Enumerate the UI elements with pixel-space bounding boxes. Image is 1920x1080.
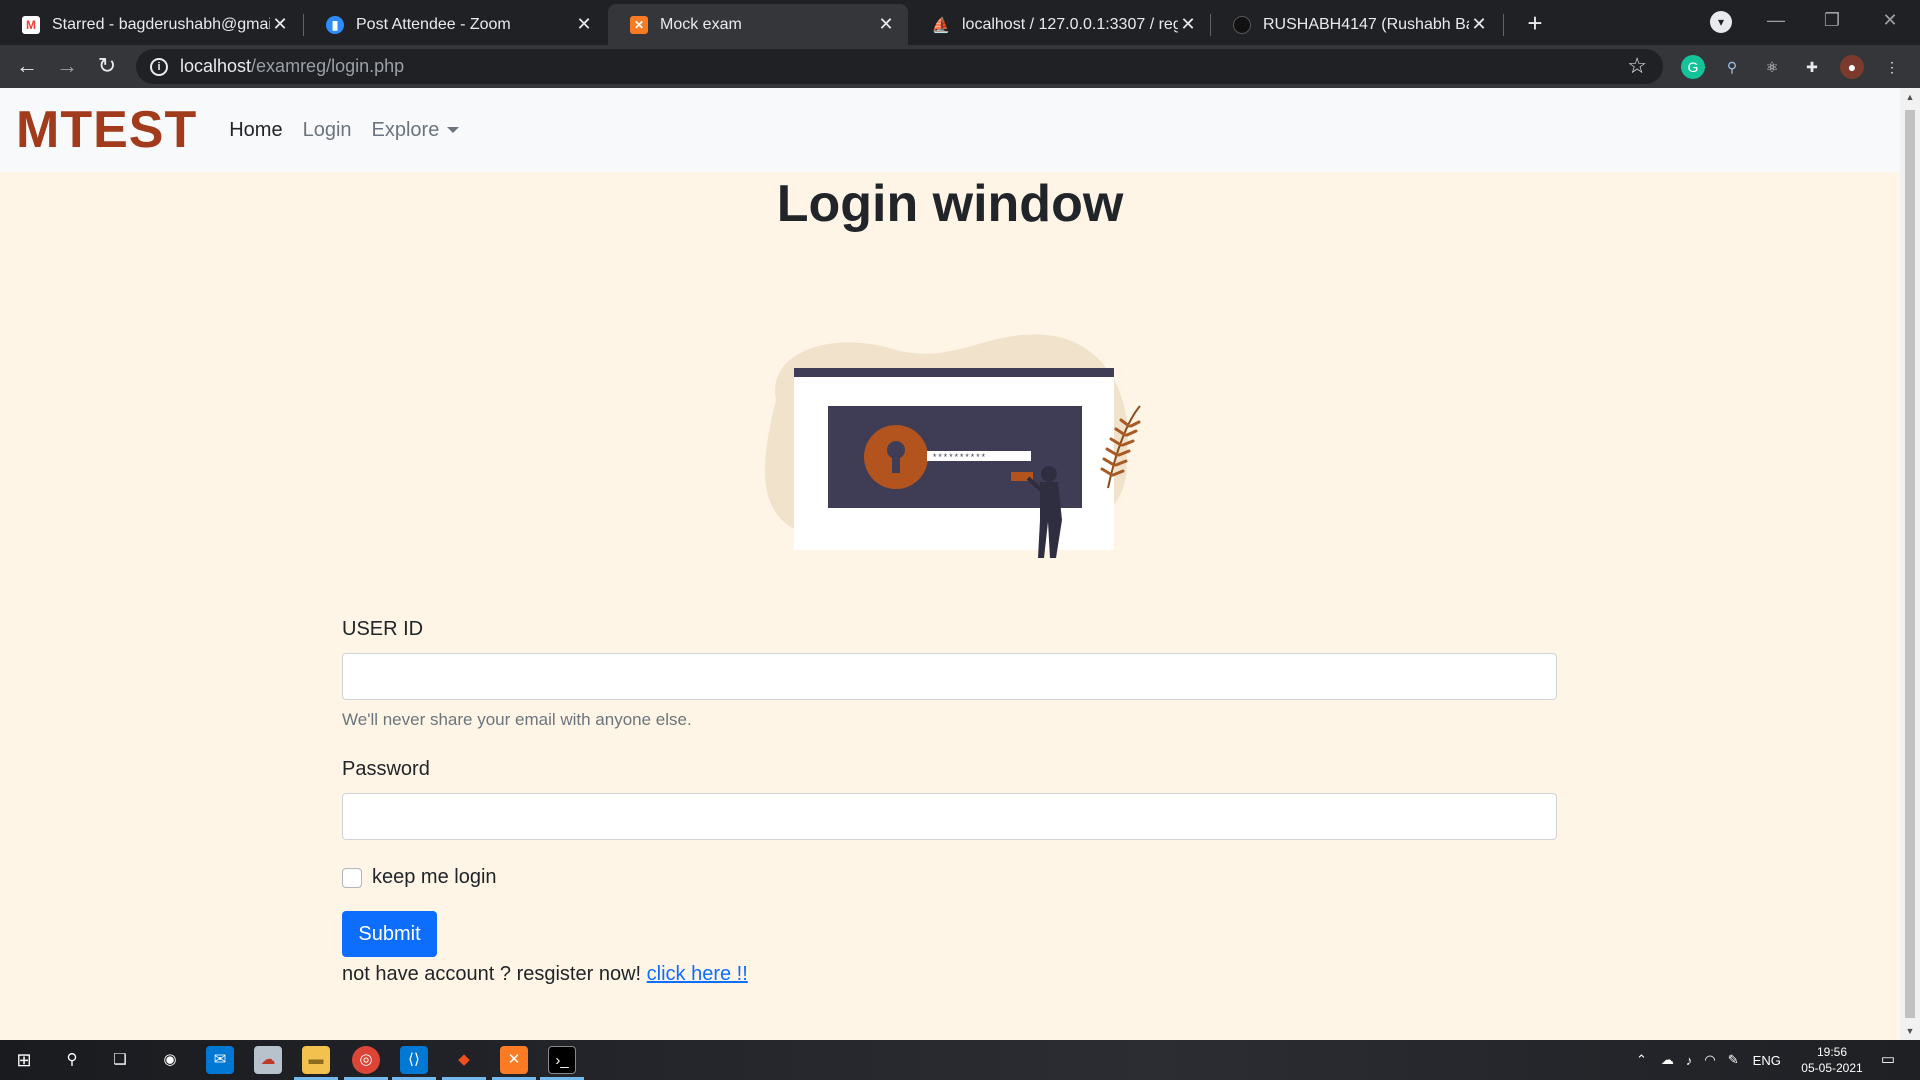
- chrome-icon[interactable]: ◎: [352, 1046, 380, 1074]
- system-tray: ⌃ ☁ ♪ ◠ ✎ ENG: [1636, 1040, 1781, 1080]
- xampp-icon: ✕: [630, 15, 648, 34]
- new-tab-button[interactable]: +: [1520, 8, 1550, 38]
- figma-icon[interactable]: ◆: [450, 1046, 478, 1074]
- clock-date: 05-05-2021: [1801, 1061, 1863, 1075]
- tab-title: localhost / 127.0.0.1:3307 / regist: [962, 15, 1178, 33]
- zoom-icon: ▮: [326, 15, 344, 34]
- user-id-help-text: We'll never share your email with anyone…: [342, 710, 692, 729]
- tab-gmail[interactable]: M Starred - bagderushabh@gmail.c ✕: [0, 4, 302, 45]
- tab-title: RUSHABH4147 (Rushabh Bagde): [1263, 15, 1469, 33]
- page-scrollbar[interactable]: ▲ ▼: [1900, 88, 1920, 1040]
- scroll-down-icon[interactable]: ▼: [1905, 1026, 1915, 1036]
- scroll-up-icon[interactable]: ▲: [1905, 92, 1915, 102]
- register-prompt: not have account ? resgister now! click …: [342, 963, 1557, 986]
- close-icon[interactable]: ✕: [1178, 14, 1198, 35]
- weather-app-icon[interactable]: ☁: [254, 1046, 282, 1074]
- user-id-input[interactable]: [342, 653, 1557, 700]
- scrollbar-thumb[interactable]: [1905, 110, 1915, 1018]
- address-bar[interactable]: i localhost/examreg/login.php ☆: [136, 49, 1663, 84]
- clock-time: 19:56: [1816, 1045, 1848, 1059]
- windows-start-icon[interactable]: ⊞: [10, 1046, 38, 1074]
- chrome-menu-icon[interactable]: ⋮: [1880, 55, 1904, 79]
- reload-icon[interactable]: ↻: [92, 51, 122, 81]
- tab-github[interactable]: RUSHABH4147 (Rushabh Bagde) ✕: [1211, 4, 1501, 45]
- close-icon[interactable]: ✕: [1469, 14, 1489, 35]
- react-devtools-icon[interactable]: ⚛: [1760, 55, 1784, 79]
- password-mask-text: **********: [932, 453, 986, 463]
- browser-window-topbar: [794, 368, 1114, 377]
- xampp-taskbar-icon[interactable]: ✕: [500, 1046, 528, 1074]
- extension-search-icon[interactable]: ⚲: [1720, 55, 1744, 79]
- site-info-icon[interactable]: i: [150, 57, 168, 76]
- window-close-icon[interactable]: ✕: [1870, 6, 1910, 34]
- password-input[interactable]: [342, 793, 1557, 840]
- terminal-icon[interactable]: ›_: [548, 1046, 576, 1074]
- nav-link-login[interactable]: Login: [303, 119, 352, 142]
- vscode-icon[interactable]: ⟨⟩: [400, 1046, 428, 1074]
- onedrive-icon[interactable]: ☁: [1661, 1052, 1674, 1068]
- tab-phpmyadmin[interactable]: ⛵ localhost / 127.0.0.1:3307 / regist ✕: [910, 4, 1210, 45]
- site-navbar: MTEST Home Login Explore: [0, 88, 1900, 172]
- keep-login-checkbox[interactable]: [342, 867, 362, 888]
- browser-toolbar: ← → ↻ i localhost/examreg/login.php ☆ G …: [0, 45, 1920, 88]
- wifi-icon[interactable]: ◠: [1704, 1052, 1715, 1068]
- user-id-label: USER ID: [342, 618, 424, 640]
- url-path: /examreg/login.php: [251, 56, 405, 76]
- keep-login-row: keep me login: [342, 866, 1557, 889]
- phpmyadmin-icon: ⛵: [931, 16, 951, 34]
- keep-login-label[interactable]: keep me login: [372, 866, 497, 889]
- gmail-icon: M: [22, 15, 40, 34]
- cortana-icon[interactable]: ◉: [156, 1046, 184, 1074]
- site-brand-logo[interactable]: MTEST: [16, 100, 197, 160]
- taskbar-clock[interactable]: 19:56 05-05-2021: [1800, 1044, 1864, 1076]
- page-title: Login window: [776, 175, 1124, 233]
- tab-title: Starred - bagderushabh@gmail.c: [52, 15, 270, 33]
- file-explorer-icon[interactable]: ▬: [302, 1046, 330, 1074]
- github-icon: [1233, 15, 1251, 34]
- caret-down-icon: [447, 127, 460, 134]
- language-indicator[interactable]: ENG: [1753, 1053, 1781, 1068]
- tab-divider: [1503, 14, 1504, 36]
- volume-icon[interactable]: ♪: [1686, 1053, 1693, 1068]
- nav-dropdown-label: Explore: [371, 118, 440, 141]
- login-illustration: **********: [764, 334, 1141, 558]
- back-icon[interactable]: ←: [12, 51, 42, 81]
- close-icon[interactable]: ✕: [270, 14, 290, 35]
- login-form: USER ID We'll never share your email wit…: [342, 618, 1557, 986]
- pen-icon[interactable]: ✎: [1728, 1052, 1739, 1068]
- extensions-puzzle-icon[interactable]: ✚: [1800, 55, 1824, 79]
- mail-app-icon[interactable]: ✉: [206, 1046, 234, 1074]
- keyhole-slot: [892, 455, 900, 473]
- nav-link-home[interactable]: Home: [229, 119, 282, 142]
- forward-icon[interactable]: →: [52, 51, 82, 81]
- url-host: localhost: [180, 56, 252, 76]
- grammarly-icon[interactable]: G: [1681, 55, 1705, 79]
- register-text: not have account ? resgister now!: [342, 963, 647, 985]
- minimize-icon[interactable]: —: [1756, 6, 1796, 34]
- tab-title: Post Attendee - Zoom: [356, 15, 511, 33]
- register-link[interactable]: click here !!: [647, 963, 748, 985]
- restore-icon[interactable]: ❐: [1812, 6, 1852, 34]
- tab-title: Mock exam: [660, 15, 742, 33]
- person-head: [1041, 466, 1057, 482]
- tab-search-icon[interactable]: ▾: [1710, 11, 1732, 33]
- windows-taskbar: ⊞ ⚲ ❑ ◉ ✉ ☁ ▬ ◎ ⟨⟩ ◆ ✕ ›_ ⌃ ☁ ♪ ◠ ✎ ENG …: [0, 1040, 1920, 1080]
- close-icon[interactable]: ✕: [876, 14, 896, 35]
- search-icon[interactable]: ⚲: [58, 1046, 86, 1074]
- browser-tab-bar: M Starred - bagderushabh@gmail.c ✕ ▮ Pos…: [0, 0, 1920, 45]
- bookmark-star-icon[interactable]: ☆: [1627, 53, 1647, 79]
- password-label: Password: [342, 758, 430, 780]
- close-icon[interactable]: ✕: [574, 14, 594, 35]
- address-url: localhost/examreg/login.php: [180, 56, 404, 77]
- task-view-icon[interactable]: ❑: [106, 1046, 134, 1074]
- submit-button[interactable]: Submit: [342, 911, 437, 957]
- notification-icon[interactable]: ▭: [1874, 1046, 1902, 1074]
- tray-overflow-icon[interactable]: ⌃: [1636, 1052, 1647, 1068]
- tab-mock-exam[interactable]: ✕ Mock exam ✕: [608, 4, 908, 45]
- tab-zoom[interactable]: ▮ Post Attendee - Zoom ✕: [304, 4, 606, 45]
- web-page: MTEST Home Login Explore Login window **…: [0, 88, 1900, 1040]
- nav-dropdown-explore[interactable]: Explore: [372, 119, 460, 142]
- profile-avatar[interactable]: ●: [1840, 55, 1864, 79]
